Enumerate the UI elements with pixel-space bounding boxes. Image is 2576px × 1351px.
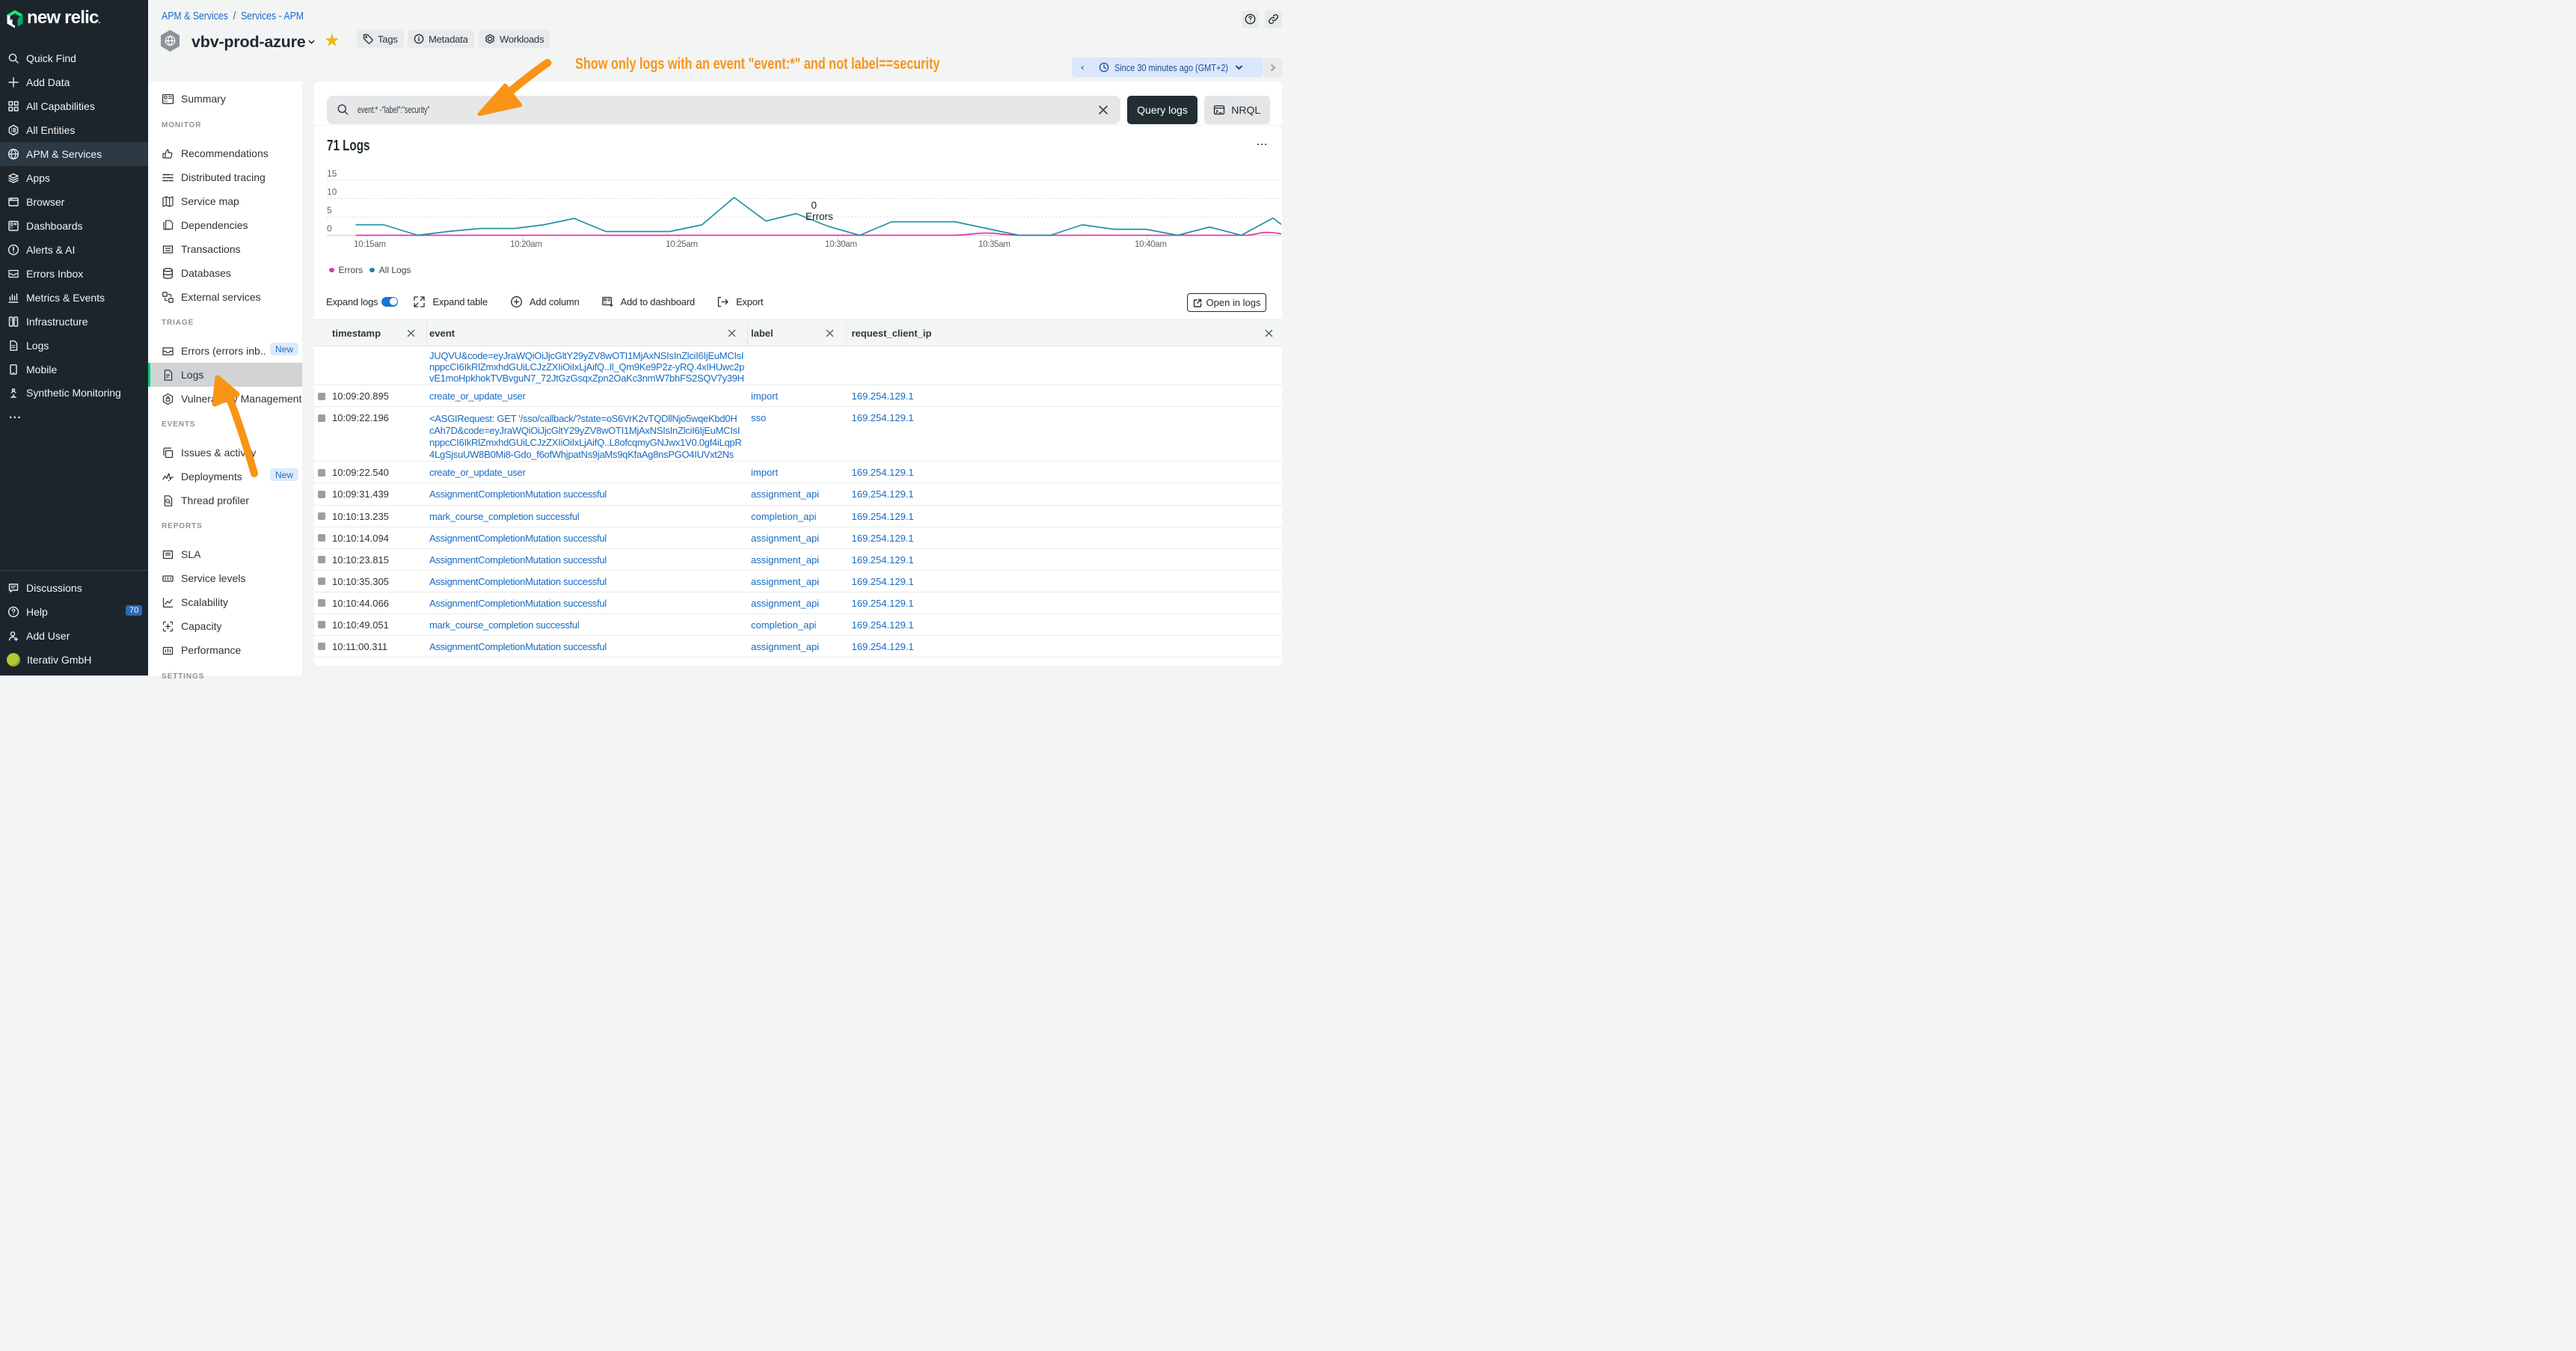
svg-text:10:15am: 10:15am bbox=[354, 240, 386, 249]
svg-text:10:25am: 10:25am bbox=[666, 240, 698, 249]
svg-text:0: 0 bbox=[327, 224, 332, 234]
svg-text:15: 15 bbox=[327, 168, 337, 179]
svg-text:10:40am: 10:40am bbox=[1135, 240, 1167, 249]
svg-text:5: 5 bbox=[327, 205, 332, 215]
svg-text:10:20am: 10:20am bbox=[510, 240, 542, 249]
svg-text:10: 10 bbox=[327, 187, 337, 197]
svg-text:10:30am: 10:30am bbox=[825, 240, 857, 249]
svg-text:10:35am: 10:35am bbox=[978, 240, 1011, 249]
